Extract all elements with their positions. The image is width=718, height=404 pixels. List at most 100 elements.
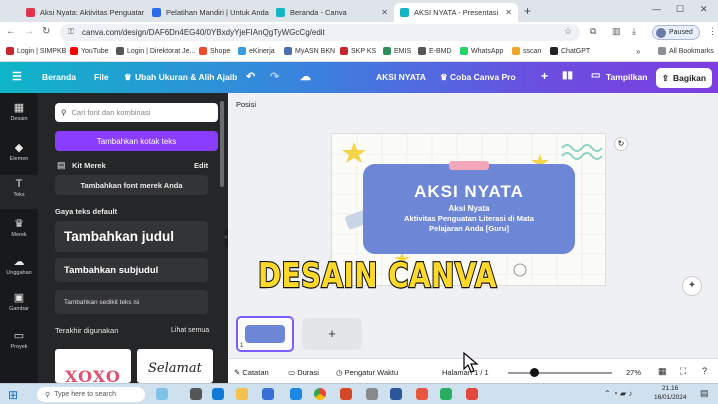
rail-item-uploads[interactable]: ☁ Unggahan: [0, 255, 38, 276]
bookmark-item[interactable]: MyASN BKN: [284, 47, 335, 55]
subheading-preset[interactable]: Tambahkan subjudul: [55, 258, 208, 282]
redo-icon[interactable]: ↷: [270, 70, 279, 83]
try-pro-button[interactable]: Coba Canva Pro: [450, 72, 516, 82]
bookmark-item[interactable]: sscan: [512, 47, 541, 55]
resize-button[interactable]: Ubah Ukuran & Alih Ajaib: [135, 72, 237, 82]
store-icon[interactable]: [290, 388, 302, 400]
app-icon[interactable]: [416, 388, 428, 400]
menu-kebab-icon[interactable]: ⋮: [708, 26, 717, 37]
chrome-icon[interactable]: [314, 388, 326, 400]
panel-scrollbar[interactable]: [220, 101, 224, 187]
extensions-icon[interactable]: ⧉: [590, 26, 596, 37]
tab-beranda-canva[interactable]: Beranda - Canva ✕: [270, 3, 394, 22]
bookmark-item[interactable]: Login | SIMPKB: [6, 47, 66, 55]
recent-font-combo[interactable]: Selamat: [137, 349, 213, 383]
chevron-more-icon[interactable]: »: [636, 47, 640, 56]
undo-icon[interactable]: ↶: [246, 70, 255, 83]
timer-button[interactable]: ◷ Pengatur Waktu: [336, 368, 398, 377]
close-icon[interactable]: ✕: [377, 8, 388, 17]
notifications-icon[interactable]: ▤: [700, 388, 709, 399]
edge-icon[interactable]: [212, 388, 224, 400]
hamburger-menu-icon[interactable]: ☰: [12, 70, 22, 83]
zoom-slider-thumb[interactable]: [530, 368, 539, 377]
taskbar-date[interactable]: 16/01/2024: [654, 394, 687, 401]
windows-start-icon[interactable]: ⊞: [8, 388, 18, 402]
body-preset[interactable]: Tambahkan sedikit teks isi: [55, 290, 208, 314]
file-menu[interactable]: File: [94, 72, 109, 82]
powerpoint-icon[interactable]: [340, 388, 352, 400]
home-button[interactable]: Beranda: [42, 72, 76, 82]
window-close-icon[interactable]: ✕: [700, 4, 708, 15]
word-icon[interactable]: [390, 388, 402, 400]
reload-icon[interactable]: ↻: [42, 26, 50, 37]
all-bookmarks[interactable]: All Bookmarks: [658, 47, 714, 55]
analytics-icon[interactable]: ▮▮: [562, 70, 573, 81]
add-text-box-button[interactable]: Tambahkan kotak teks: [55, 131, 218, 151]
sidepanel-icon[interactable]: ▥: [612, 26, 621, 37]
tab-pelatihan-mandiri[interactable]: Pelatihan Mandiri | Untuk Anda ✕: [146, 3, 270, 22]
maximize-icon[interactable]: ☐: [676, 4, 684, 15]
add-brand-font-button[interactable]: Tambahkan font merek Anda: [55, 175, 208, 195]
url-bar[interactable]: ⚿ canva.com/design/DAF6Dn4EG40/0YBxdyYje…: [60, 24, 580, 41]
camtasia-icon[interactable]: [440, 388, 452, 400]
tab-aksi-nyata-presentasi[interactable]: AKSI NYATA - Presentasi ✕: [394, 3, 518, 22]
new-tab-button[interactable]: +: [524, 4, 531, 18]
tab-aksi-nyata-article[interactable]: Aksi Nyata: Aktivitas Penguatar ✕: [20, 3, 146, 22]
bookmark-item[interactable]: WhatsApp: [460, 47, 503, 55]
bookmark-item[interactable]: Shope: [199, 47, 230, 55]
star-icon[interactable]: ☆: [564, 26, 572, 37]
bookmark-item[interactable]: EMIS: [383, 47, 411, 55]
rail-item-elements[interactable]: ◆ Elemen: [0, 141, 38, 162]
slide-subtitle-line[interactable]: Aksi Nyata: [363, 204, 575, 213]
taskbar-search-input[interactable]: ⚲ Type here to search: [37, 387, 145, 402]
bookmark-item[interactable]: SKP KS: [340, 47, 376, 55]
add-collaborator-icon[interactable]: +: [541, 69, 548, 83]
brand-kit-edit-link[interactable]: Edit: [194, 161, 208, 170]
notes-button[interactable]: ✎ Catatan: [234, 368, 269, 377]
bookmark-item[interactable]: ChatGPT: [550, 47, 590, 55]
bookmark-item[interactable]: YouTube: [70, 47, 109, 55]
page-thumbnail[interactable]: 1: [236, 316, 294, 352]
download-icon[interactable]: ⤓: [632, 26, 636, 37]
slide-title[interactable]: AKSI NYATA: [363, 182, 575, 202]
system-tray-icons[interactable]: ⌃ ◔ ▰ ♪: [604, 389, 632, 398]
bookmark-item[interactable]: E-BMD: [418, 47, 452, 55]
slide-subtitle-line[interactable]: Aktivitas Penguatan Literasi di Mata: [363, 214, 575, 223]
rail-item-brand[interactable]: ♛ Merek: [0, 217, 38, 238]
bookmark-item[interactable]: eKinerja: [238, 47, 275, 55]
recent-font-combo[interactable]: XOXO: [55, 349, 131, 383]
magic-assist-icon[interactable]: ✦: [682, 276, 702, 296]
present-button[interactable]: Tampilkan: [606, 72, 647, 82]
cloud-save-icon[interactable]: ☁: [300, 70, 311, 83]
zoom-slider-track[interactable]: [508, 372, 612, 374]
slide-subtitle-line[interactable]: Pelajaran Anda [Guru]: [363, 224, 575, 233]
add-page-button[interactable]: +: [302, 318, 362, 350]
app-icon[interactable]: [366, 388, 378, 400]
font-search-input[interactable]: ⚲ Cari font dan kombinasi: [55, 103, 218, 122]
grid-view-icon[interactable]: ▦: [658, 366, 667, 377]
heading-preset[interactable]: Tambahkan judul: [55, 221, 208, 252]
bookmark-item[interactable]: Login | Direktorat Je...: [116, 47, 195, 55]
taskbar-time[interactable]: 21.16: [662, 385, 678, 392]
back-icon[interactable]: ←: [6, 26, 16, 37]
design-title[interactable]: AKSI NYATA: [376, 72, 426, 82]
zoom-value[interactable]: 27%: [626, 368, 641, 377]
position-button[interactable]: Posisi: [236, 100, 256, 109]
minimize-icon[interactable]: —: [652, 4, 661, 14]
rail-item-design[interactable]: ▦ Desain: [0, 101, 38, 122]
mail-icon[interactable]: [262, 388, 274, 400]
see-all-link[interactable]: Lihat semua: [171, 327, 209, 334]
site-info-icon[interactable]: ⚿: [68, 27, 74, 37]
help-icon[interactable]: ?: [702, 366, 707, 376]
share-button[interactable]: ⇪ Bagikan: [656, 68, 712, 88]
forward-icon[interactable]: →: [24, 26, 34, 37]
slide-title-card[interactable]: AKSI NYATA Aksi Nyata Aktivitas Penguata…: [363, 161, 575, 254]
weather-widget-icon[interactable]: [156, 388, 168, 400]
rail-item-photos[interactable]: ▣ Gambar: [0, 291, 38, 312]
file-explorer-icon[interactable]: [236, 388, 248, 400]
rail-item-projects[interactable]: ▭ Proyek: [0, 329, 38, 350]
refresh-icon[interactable]: ↻: [614, 137, 628, 151]
task-view-icon[interactable]: [190, 388, 202, 400]
profile-paused-chip[interactable]: Paused: [652, 25, 700, 40]
recorder-icon[interactable]: [466, 388, 478, 400]
